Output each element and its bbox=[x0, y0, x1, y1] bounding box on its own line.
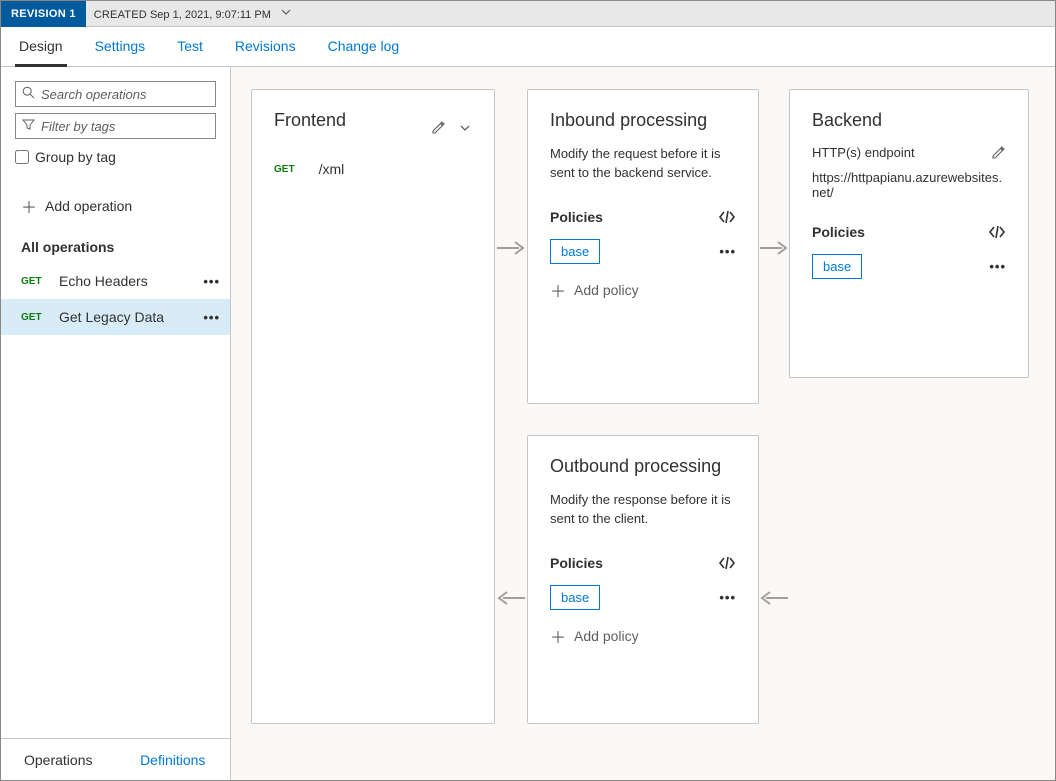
more-icon[interactable]: ••• bbox=[203, 310, 220, 325]
inbound-policies-label: Policies bbox=[550, 209, 603, 225]
more-icon[interactable]: ••• bbox=[719, 244, 736, 259]
frontend-path: /xml bbox=[319, 161, 345, 177]
operation-method: GET bbox=[21, 276, 45, 287]
outbound-policies-label: Policies bbox=[550, 555, 603, 571]
backend-policies-label: Policies bbox=[812, 224, 865, 240]
add-operation-label: Add operation bbox=[45, 198, 132, 214]
tab-revisions[interactable]: Revisions bbox=[231, 27, 300, 67]
revision-bar: REVISION 1 CREATED Sep 1, 2021, 9:07:11 … bbox=[1, 1, 1055, 27]
main-tabs: Design Settings Test Revisions Change lo… bbox=[1, 27, 1055, 67]
filter-placeholder: Filter by tags bbox=[41, 119, 115, 134]
frontend-method: GET bbox=[274, 164, 295, 175]
more-icon[interactable]: ••• bbox=[203, 274, 220, 289]
group-by-tag-label: Group by tag bbox=[35, 149, 116, 165]
backend-endpoint-label: HTTP(s) endpoint bbox=[812, 145, 915, 160]
code-icon[interactable] bbox=[988, 225, 1006, 239]
search-icon bbox=[22, 86, 35, 102]
code-icon[interactable] bbox=[718, 210, 736, 224]
operation-item[interactable]: GET Echo Headers ••• bbox=[1, 263, 230, 299]
sidebar: Search operations Filter by tags Group b… bbox=[1, 67, 231, 780]
sidebar-tab-operations[interactable]: Operations bbox=[1, 739, 116, 780]
outbound-add-policy[interactable]: ＋ Add policy bbox=[550, 624, 736, 648]
search-placeholder: Search operations bbox=[41, 87, 147, 102]
group-by-tag[interactable]: Group by tag bbox=[15, 145, 216, 165]
outbound-desc: Modify the response before it is sent to… bbox=[550, 491, 736, 529]
filter-icon bbox=[22, 118, 35, 134]
inbound-add-policy[interactable]: ＋ Add policy bbox=[550, 278, 736, 302]
plus-icon: ＋ bbox=[21, 194, 37, 218]
chevron-down-icon[interactable] bbox=[458, 121, 472, 135]
arrow-left-icon bbox=[495, 589, 527, 607]
inbound-policy-chip[interactable]: base bbox=[550, 239, 600, 264]
backend-card: Backend HTTP(s) endpoint https://httpapi… bbox=[789, 89, 1029, 378]
inbound-add-policy-label: Add policy bbox=[574, 282, 639, 298]
pencil-icon[interactable] bbox=[991, 145, 1006, 160]
arrow-right-icon bbox=[759, 239, 789, 257]
backend-endpoint-url: https://httpapianu.azurewebsites.net/ bbox=[812, 170, 1006, 200]
revision-created-value: Sep 1, 2021, 9:07:11 PM bbox=[150, 9, 271, 21]
operation-name: Get Legacy Data bbox=[59, 309, 189, 325]
search-input[interactable]: Search operations bbox=[15, 81, 216, 107]
chevron-down-icon[interactable] bbox=[280, 6, 292, 18]
outbound-card: Outbound processing Modify the response … bbox=[527, 435, 759, 724]
frontend-card: Frontend GET /xml bbox=[251, 89, 495, 724]
outbound-title: Outbound processing bbox=[550, 456, 736, 477]
outbound-policy-chip[interactable]: base bbox=[550, 585, 600, 610]
operation-method: GET bbox=[21, 312, 45, 323]
revision-created-label: CREATED bbox=[94, 9, 147, 21]
sidebar-bottom-tabs: Operations Definitions bbox=[1, 738, 230, 780]
sidebar-tab-definitions[interactable]: Definitions bbox=[116, 739, 231, 780]
plus-icon: ＋ bbox=[550, 624, 566, 648]
group-by-tag-checkbox[interactable] bbox=[15, 150, 29, 164]
pencil-icon[interactable] bbox=[431, 120, 446, 135]
tab-design[interactable]: Design bbox=[15, 27, 67, 67]
all-operations-header[interactable]: All operations bbox=[1, 225, 230, 263]
revision-badge: REVISION 1 bbox=[1, 1, 86, 27]
operation-name: Echo Headers bbox=[59, 273, 189, 289]
backend-title: Backend bbox=[812, 110, 1006, 131]
more-icon[interactable]: ••• bbox=[719, 590, 736, 605]
tab-changelog[interactable]: Change log bbox=[324, 27, 404, 67]
tab-settings[interactable]: Settings bbox=[91, 27, 150, 67]
frontend-title: Frontend bbox=[274, 110, 346, 131]
tab-test[interactable]: Test bbox=[173, 27, 207, 67]
arrow-right-icon bbox=[495, 239, 527, 257]
inbound-title: Inbound processing bbox=[550, 110, 736, 131]
design-canvas: Frontend GET /xml bbox=[231, 67, 1055, 780]
code-icon[interactable] bbox=[718, 556, 736, 570]
filter-input[interactable]: Filter by tags bbox=[15, 113, 216, 139]
arrow-left-icon bbox=[759, 589, 789, 607]
plus-icon: ＋ bbox=[550, 278, 566, 302]
backend-policy-chip[interactable]: base bbox=[812, 254, 862, 279]
operation-item[interactable]: GET Get Legacy Data ••• bbox=[1, 299, 230, 335]
inbound-card: Inbound processing Modify the request be… bbox=[527, 89, 759, 404]
more-icon[interactable]: ••• bbox=[989, 259, 1006, 274]
add-operation-button[interactable]: ＋ Add operation bbox=[1, 187, 230, 225]
inbound-desc: Modify the request before it is sent to … bbox=[550, 145, 736, 183]
revision-created[interactable]: CREATED Sep 1, 2021, 9:07:11 PM bbox=[86, 6, 292, 21]
outbound-add-policy-label: Add policy bbox=[574, 628, 639, 644]
